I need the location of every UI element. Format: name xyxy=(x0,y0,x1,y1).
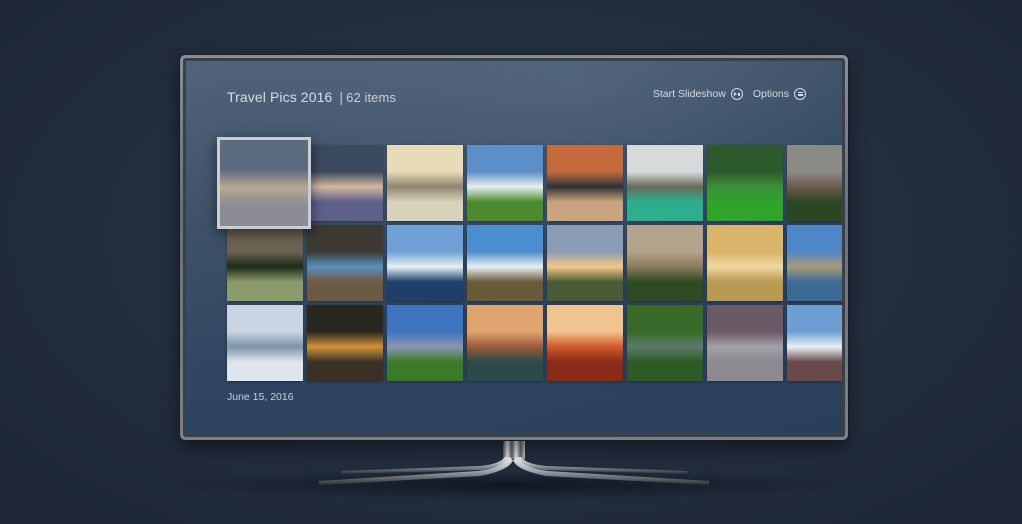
photo-thumbnail xyxy=(387,225,463,301)
photo-tile-calm-sea-dusk[interactable] xyxy=(307,145,383,221)
photo-tile-horseshoe-bend[interactable] xyxy=(467,305,543,381)
photo-tile-golden-fields-cypress[interactable] xyxy=(707,225,783,301)
photo-thumbnail xyxy=(547,225,623,301)
photo-thumbnail xyxy=(467,225,543,301)
photo-thumbnail xyxy=(227,305,303,381)
photo-tile-coastal-sunset-hill[interactable] xyxy=(547,225,623,301)
play-circle-icon xyxy=(730,88,743,100)
photo-thumbnail xyxy=(707,145,783,221)
photo-tile-beach-rocks-cloudy-sunset[interactable] xyxy=(217,137,311,229)
photo-tile-halong-bay-boat-sepia[interactable] xyxy=(387,145,463,221)
photo-tile-junk-boat-emerald-water[interactable] xyxy=(627,145,703,221)
date-label: June 15, 2016 xyxy=(227,391,294,403)
photo-thumbnail xyxy=(787,305,842,381)
photo-thumbnail xyxy=(627,225,703,301)
photo-tile-misty-forest[interactable] xyxy=(227,305,303,381)
start-slideshow-button[interactable]: Start Slideshow xyxy=(653,88,743,100)
photo-tile-three-sisters-clouds[interactable] xyxy=(467,225,543,301)
start-slideshow-label: Start Slideshow xyxy=(652,88,726,100)
photo-tile-lighthouse-rocky-shore[interactable] xyxy=(787,225,842,301)
header-actions: Start Slideshow Options xyxy=(653,88,806,100)
options-label: Options xyxy=(752,88,789,100)
photo-thumbnail xyxy=(387,305,463,381)
album-title: Travel Pics 2016 xyxy=(227,89,333,105)
photo-tile-japanese-garden-bridge[interactable] xyxy=(627,305,703,381)
photo-tile-frosted-tree-lake[interactable] xyxy=(387,225,463,301)
photo-tile-lake-trees-sunset[interactable] xyxy=(307,305,383,381)
item-count: 62 items xyxy=(346,90,397,105)
photo-thumbnail xyxy=(227,225,303,301)
photo-thumbnail xyxy=(707,225,783,301)
photo-tile-pier-long-exposure[interactable] xyxy=(707,305,783,381)
tv-screen: Travel Pics 2016 | 62 items Start Slidesh… xyxy=(186,61,842,433)
photo-thumbnail xyxy=(307,305,383,381)
photo-thumbnail xyxy=(787,225,842,301)
title-separator: | xyxy=(339,89,344,105)
photo-tile-stone-tower-heather[interactable] xyxy=(787,305,842,381)
photo-tile-antelope-canyon[interactable] xyxy=(547,305,623,381)
photo-tile-blue-rocky-coast[interactable] xyxy=(307,225,383,301)
album-header: Travel Pics 2016 | 62 items xyxy=(227,89,396,105)
photo-tile-wind-turbines-green-hills[interactable] xyxy=(467,145,543,221)
photo-tile-palm-rice-terraces[interactable] xyxy=(227,225,303,301)
photo-thumbnail xyxy=(547,305,623,381)
photo-tile-mountain-meadow[interactable] xyxy=(387,305,463,381)
photo-thumbnail xyxy=(547,145,623,221)
photo-thumbnail xyxy=(387,145,463,221)
photo-thumbnail xyxy=(627,145,703,221)
menu-circle-icon xyxy=(794,88,806,100)
options-button[interactable]: Options xyxy=(753,88,806,100)
photo-tile-cliff-forest[interactable] xyxy=(787,145,842,221)
photo-tile-forest-path[interactable] xyxy=(707,145,783,221)
photo-thumbnail xyxy=(467,145,543,221)
photo-tile-zhangjiajie-pillars[interactable] xyxy=(627,225,703,301)
stand-neck xyxy=(503,437,525,459)
photo-thumbnail xyxy=(627,305,703,381)
photo-thumbnail xyxy=(307,145,383,221)
photo-tile-rocky-shore-orange-sky[interactable] xyxy=(547,145,623,221)
photo-thumbnail xyxy=(707,305,783,381)
photo-thumbnail xyxy=(220,140,308,226)
photo-thumbnail xyxy=(307,225,383,301)
photo-thumbnail xyxy=(787,145,842,221)
photo-thumbnail xyxy=(467,305,543,381)
